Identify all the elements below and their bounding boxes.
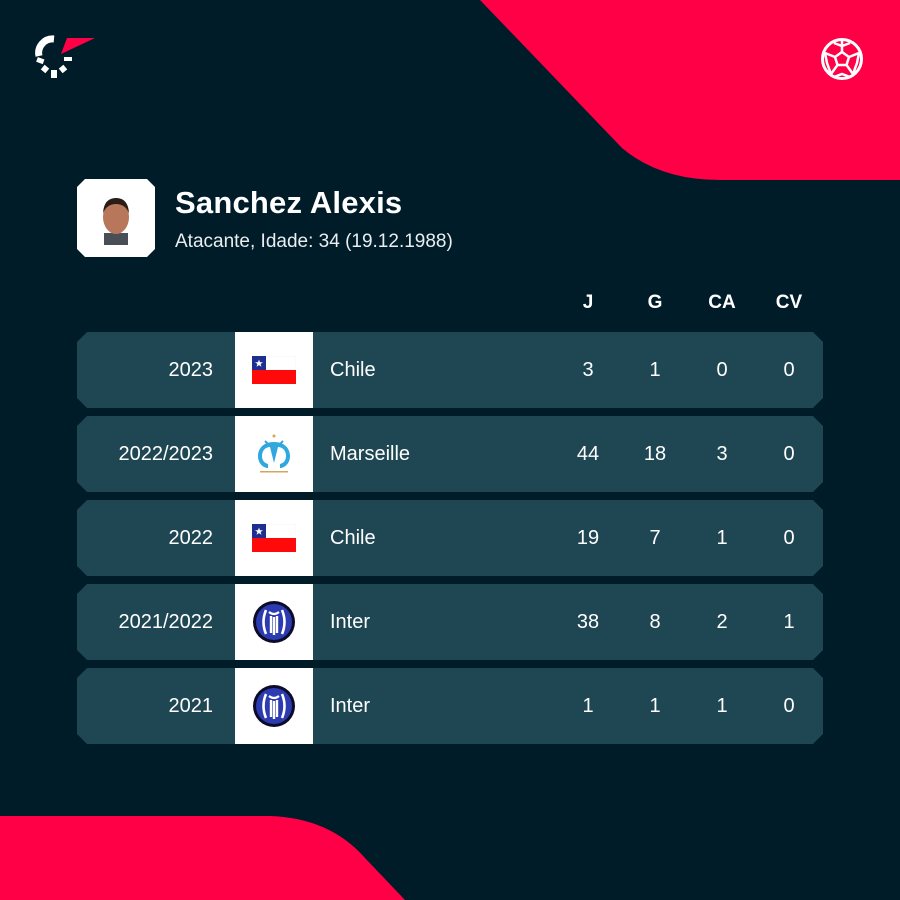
goals-value: 8 [649,611,661,633]
red-cards-value: 0 [783,695,795,717]
chile-flag-icon [252,356,296,384]
table-row: 2023 Chile 3 1 0 0 [77,332,823,408]
header-goals: G [647,292,663,313]
flashscore-logo-icon [35,35,95,78]
goals-value: 18 [643,443,667,465]
team-badge [235,584,313,660]
matches-value: 1 [582,695,594,717]
matches-value: 3 [582,359,594,381]
season: 2021 [168,695,214,717]
team-badge [235,500,313,576]
matches-value: 38 [576,611,600,633]
season: 2021/2022 [118,611,213,633]
table-row: 2021 Inter 1 1 1 0 [77,668,823,744]
header-yellow-cards: CA [708,292,736,313]
inter-crest-icon [253,601,295,643]
player-face-icon [103,198,129,245]
yellow-cards-value: 1 [716,527,728,549]
team-badge [235,332,313,408]
goals-value: 1 [649,695,661,717]
header-matches: J [582,292,594,313]
yellow-cards-value: 1 [716,695,728,717]
red-cards-value: 1 [783,611,795,633]
goals-value: 7 [649,527,661,549]
season: 2023 [168,359,214,381]
team-name: Chile [330,359,376,381]
chile-flag-icon [252,524,296,552]
red-cards-value: 0 [783,527,795,549]
yellow-cards-value: 0 [716,359,728,381]
player-photo [77,179,155,257]
season: 2022/2023 [118,443,213,465]
soccer-ball-icon [821,38,863,80]
yellow-cards-value: 2 [716,611,728,633]
yellow-cards-value: 3 [716,443,728,465]
team-name: Chile [330,527,376,549]
header-red-cards: CV [775,292,803,313]
top-accent-shape [480,0,900,180]
marseille-crest-icon [258,434,290,473]
team-badge [235,668,313,744]
red-cards-value: 0 [783,443,795,465]
table-row: 2021/2022 Inter 38 8 2 1 [77,584,823,660]
player-name: Sanchez Alexis [175,185,403,220]
goals-value: 1 [649,359,661,381]
team-badge [235,416,313,492]
matches-value: 19 [576,527,600,549]
inter-crest-icon [253,685,295,727]
red-cards-value: 0 [783,359,795,381]
table-row: 2022/2023 Marseille 44 18 3 0 [77,416,823,492]
matches-value: 44 [576,443,600,465]
team-name: Inter [330,611,371,633]
season: 2022 [168,527,214,549]
team-name: Marseille [330,443,411,465]
table-row: 2022 Chile 19 7 1 0 [77,500,823,576]
team-name: Inter [330,695,371,717]
bottom-accent-shape [0,816,405,900]
player-position-age: Atacante, Idade: 34 (19.12.1988) [175,231,453,252]
